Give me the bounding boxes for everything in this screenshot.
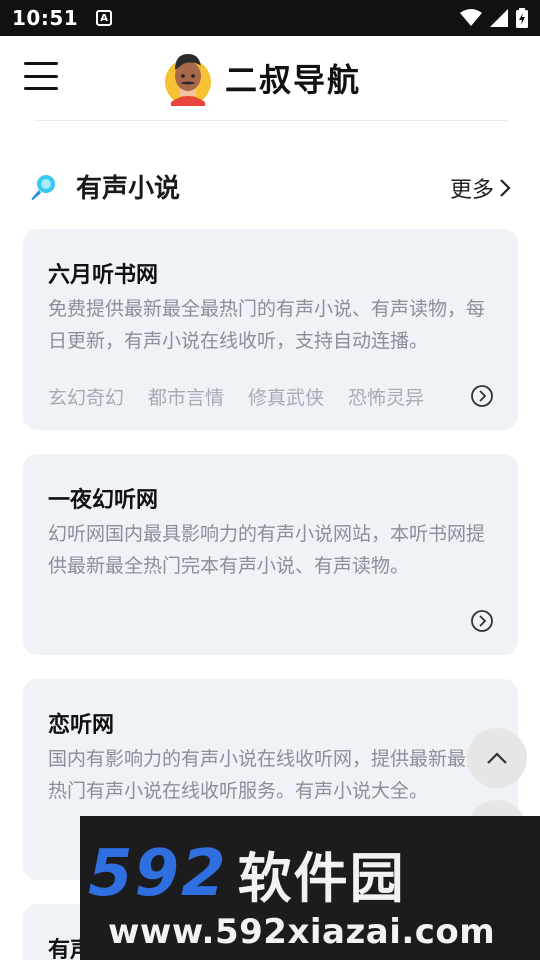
- scroll-to-top-button[interactable]: [467, 728, 527, 788]
- site-card[interactable]: 六月听书网 免费提供最新最全最热门的有声小说、有声读物，每日更新，有声小说在线收…: [23, 229, 518, 430]
- arrow-circle-right-icon[interactable]: [470, 384, 494, 408]
- watermark-number: 592: [88, 836, 228, 911]
- status-bar: 10:51 A: [0, 0, 540, 36]
- more-link[interactable]: 更多: [450, 172, 512, 204]
- watermark-banner: 592 软件园 www.592xiazai.com: [80, 816, 540, 960]
- more-label: 更多: [449, 178, 494, 203]
- card-tag[interactable]: 修真武侠: [248, 383, 324, 410]
- card-tag[interactable]: 都市言情: [148, 383, 224, 410]
- card-description: 幻听网国内最具影响力的有声小说网站，本听书网提供最新最全热门完本有声小说、有声读…: [48, 523, 486, 577]
- card-tags: 玄幻奇幻 都市言情 修真武侠 恐怖灵异: [48, 383, 424, 410]
- avatar-logo: [165, 54, 211, 106]
- hamburger-menu-icon[interactable]: [24, 62, 58, 90]
- chevron-up-icon: [487, 752, 507, 764]
- site-title: 二叔导航: [225, 61, 362, 99]
- notification-a-icon: A: [96, 10, 113, 26]
- battery-icon: [516, 8, 528, 28]
- card-description: 国内有影响力的有声小说在线收听网，提供最新最全热门有声小说在线收听服务。有声小说…: [48, 748, 486, 802]
- watermark-brand: 592 软件园: [88, 834, 406, 913]
- magnifier-icon: [31, 175, 55, 200]
- card-title: 恋听网: [48, 713, 115, 738]
- app-header: 二叔导航: [0, 36, 540, 120]
- wifi-icon: [460, 9, 482, 26]
- card-description: 免费提供最新最全最热门的有声小说、有声读物，每日更新，有声小说在线收听，支持自动…: [48, 298, 486, 352]
- status-time: 10:51: [12, 6, 79, 30]
- card-title: 一夜幻听网: [48, 488, 159, 513]
- watermark-name: 软件园: [237, 847, 406, 910]
- section-header: 有声小说 更多: [0, 160, 540, 212]
- card-title: 六月听书网: [48, 263, 159, 288]
- watermark-url: www.592xiazai.com: [108, 912, 496, 952]
- site-card[interactable]: 一夜幻听网 幻听网国内最具影响力的有声小说网站，本听书网提供最新最全热门完本有声…: [23, 454, 518, 655]
- header-divider: [34, 120, 508, 121]
- card-tag[interactable]: 恐怖灵异: [348, 383, 424, 410]
- section-title: 有声小说: [76, 174, 181, 204]
- chevron-right-icon: [500, 179, 511, 197]
- card-tag[interactable]: 玄幻奇幻: [48, 383, 124, 410]
- status-icons: [460, 8, 528, 28]
- arrow-circle-right-icon[interactable]: [470, 609, 494, 633]
- site-logo[interactable]: 二叔导航: [163, 50, 361, 106]
- signal-icon: [490, 9, 508, 27]
